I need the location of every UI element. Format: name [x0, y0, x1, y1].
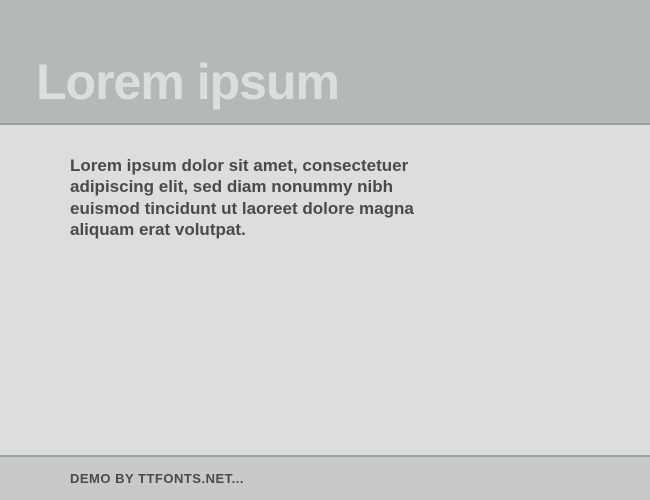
footer-text: DEMO BY TTFONTS.NET...	[70, 471, 244, 486]
header: Lorem ipsum	[0, 0, 650, 125]
footer: DEMO BY TTFONTS.NET...	[0, 455, 650, 500]
page-title: Lorem ipsum	[36, 53, 339, 111]
content-area: Lorem ipsum dolor sit amet, consectetuer…	[0, 125, 650, 455]
body-text: Lorem ipsum dolor sit amet, consectetuer…	[70, 155, 450, 240]
